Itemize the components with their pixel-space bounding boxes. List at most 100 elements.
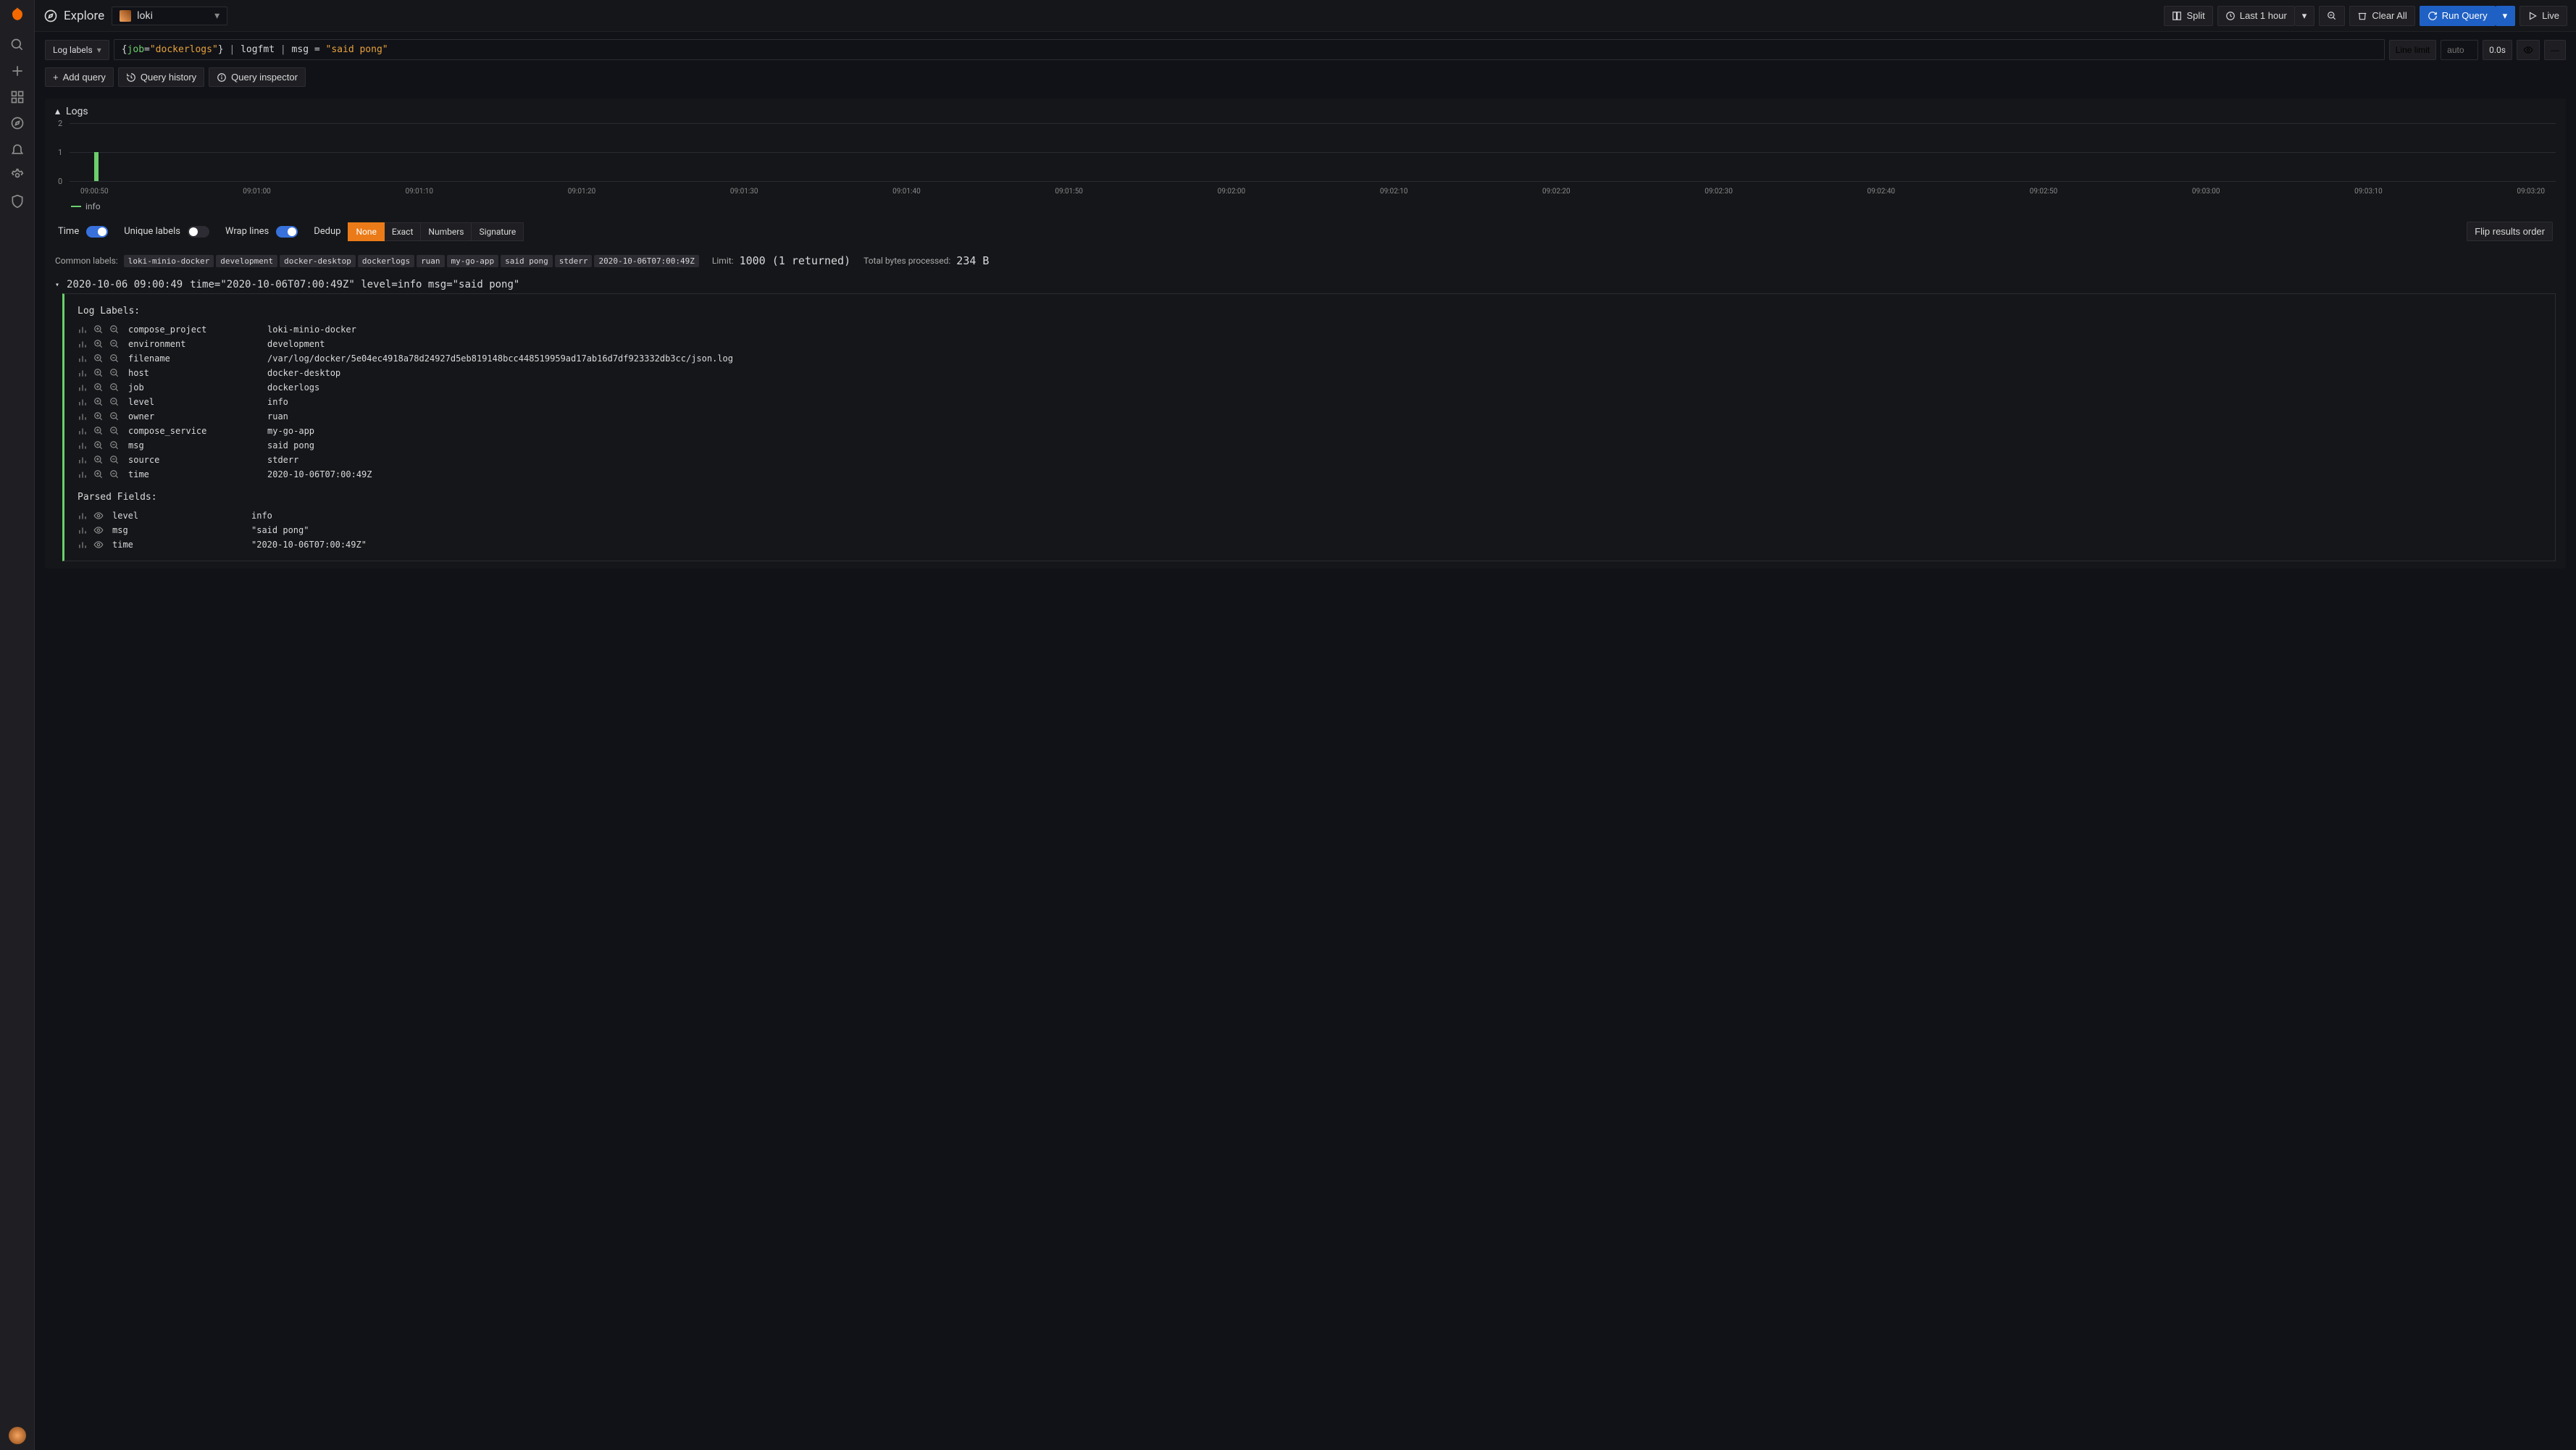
hide-query-button[interactable] <box>2517 40 2540 60</box>
search-minus-icon[interactable] <box>109 426 120 436</box>
field-row: filename/var/log/docker/5e04ec4918a78d24… <box>78 351 2542 366</box>
search-minus-icon[interactable] <box>109 324 120 335</box>
run-query-button[interactable]: Run Query <box>2420 6 2496 26</box>
search-plus-icon[interactable] <box>93 426 104 436</box>
eye-icon[interactable] <box>93 511 104 521</box>
datasource-select[interactable]: loki ▾ <box>112 7 227 25</box>
stats-icon[interactable] <box>78 339 88 349</box>
stats-icon[interactable] <box>78 324 88 335</box>
search-plus-icon[interactable] <box>93 397 104 407</box>
page-title: Explore <box>43 9 104 23</box>
stats-icon[interactable] <box>78 426 88 436</box>
search-minus-icon[interactable] <box>109 397 120 407</box>
search-minus-icon[interactable] <box>109 411 120 422</box>
stats-icon[interactable] <box>78 353 88 364</box>
stats-icon[interactable] <box>78 525 88 535</box>
remove-query-button[interactable]: — <box>2544 40 2566 60</box>
common-label-tag: 2020-10-06T07:00:49Z <box>594 255 698 267</box>
search-plus-icon[interactable] <box>93 324 104 335</box>
query-mode-select[interactable]: Log labels▾ <box>45 40 109 60</box>
stats-icon[interactable] <box>78 382 88 393</box>
eye-icon <box>2523 45 2533 55</box>
logs-volume-chart[interactable]: 01209:00:5009:01:0009:01:1009:01:2009:01… <box>70 123 2556 196</box>
split-button[interactable]: Split <box>2164 6 2212 26</box>
log-row[interactable]: ▾ 2020-10-06 09:00:49 time="2020-10-06T0… <box>55 276 2556 293</box>
search-plus-icon[interactable] <box>93 339 104 349</box>
clear-all-button[interactable]: Clear All <box>2349 6 2414 26</box>
timerange-button[interactable]: Last 1 hour <box>2217 6 2295 26</box>
common-label-tag: loki-minio-docker <box>124 255 214 267</box>
zoom-out-button[interactable] <box>2319 6 2345 26</box>
wrap-lines-toggle[interactable] <box>276 226 298 238</box>
search-icon[interactable] <box>10 38 25 52</box>
stats-icon[interactable] <box>78 469 88 479</box>
stats-icon[interactable] <box>78 397 88 407</box>
shield-icon[interactable] <box>10 194 25 209</box>
line-limit-input[interactable] <box>2441 40 2478 60</box>
search-plus-icon[interactable] <box>93 411 104 422</box>
add-query-button[interactable]: +Add query <box>45 67 114 87</box>
dashboard-icon[interactable] <box>10 90 25 104</box>
field-row: jobdockerlogs <box>78 380 2542 395</box>
plus-icon[interactable] <box>10 64 25 78</box>
compass-icon[interactable] <box>10 116 25 130</box>
line-limit-button[interactable]: Line limit <box>2389 40 2436 60</box>
bell-icon[interactable] <box>10 142 25 156</box>
unique-labels-toggle[interactable] <box>188 226 209 238</box>
dedup-none[interactable]: None <box>348 222 384 241</box>
stats-icon[interactable] <box>78 368 88 378</box>
search-plus-icon[interactable] <box>93 469 104 479</box>
common-label-tag: dockerlogs <box>358 255 414 267</box>
history-icon <box>126 72 136 83</box>
search-minus-icon[interactable] <box>109 382 120 393</box>
gear-icon[interactable] <box>10 168 25 183</box>
query-duration: 0.0s <box>2483 40 2512 60</box>
stats-icon[interactable] <box>78 455 88 465</box>
query-input[interactable]: {job="dockerlogs"} | logfmt | msg = "sai… <box>114 39 2385 60</box>
search-minus-icon[interactable] <box>109 353 120 364</box>
search-plus-icon[interactable] <box>93 353 104 364</box>
eye-icon[interactable] <box>93 525 104 535</box>
stats-icon[interactable] <box>78 540 88 550</box>
grafana-logo-icon[interactable] <box>7 6 28 26</box>
avatar[interactable] <box>9 1427 26 1444</box>
common-label-tag: said pong <box>501 255 553 267</box>
search-minus-icon[interactable] <box>109 339 120 349</box>
dedup-numbers[interactable]: Numbers <box>421 222 472 241</box>
compass-icon <box>43 9 58 23</box>
limit-value: 1000 (1 returned) <box>740 254 851 267</box>
bytes-label: Total bytes processed: <box>863 256 950 266</box>
search-plus-icon[interactable] <box>93 455 104 465</box>
stats-icon[interactable] <box>78 440 88 450</box>
search-plus-icon[interactable] <box>93 382 104 393</box>
parsed-fields-header: Parsed Fields: <box>78 492 2542 503</box>
search-minus-icon[interactable] <box>109 455 120 465</box>
live-button[interactable]: Live <box>2519 6 2567 26</box>
play-icon <box>2527 11 2538 21</box>
search-minus-icon[interactable] <box>109 368 120 378</box>
log-timestamp: 2020-10-06 09:00:49 <box>67 279 183 290</box>
log-message: time="2020-10-06T07:00:49Z" level=info m… <box>190 279 519 290</box>
search-plus-icon[interactable] <box>93 368 104 378</box>
dedup-signature[interactable]: Signature <box>472 222 524 241</box>
dedup-exact[interactable]: Exact <box>385 222 422 241</box>
field-row: environmentdevelopment <box>78 337 2542 351</box>
time-toggle-label: Time <box>58 226 79 237</box>
stats-icon[interactable] <box>78 411 88 422</box>
common-labels-label: Common labels: <box>55 256 118 266</box>
query-inspector-button[interactable]: Query inspector <box>209 67 306 87</box>
timerange-dropdown[interactable]: ▾ <box>2295 6 2315 26</box>
topbar: Explore loki ▾ Split Last 1 hour ▾ <box>35 0 2576 32</box>
wrap-lines-toggle-label: Wrap lines <box>225 226 269 237</box>
time-toggle[interactable] <box>86 226 108 238</box>
logs-panel-toggle[interactable]: ▴Logs <box>55 106 2556 117</box>
search-minus-icon[interactable] <box>109 469 120 479</box>
search-minus-icon[interactable] <box>109 440 120 450</box>
eye-icon[interactable] <box>93 540 104 550</box>
search-plus-icon[interactable] <box>93 440 104 450</box>
run-query-dropdown[interactable]: ▾ <box>2496 6 2516 26</box>
field-row: msgsaid pong <box>78 438 2542 453</box>
stats-icon[interactable] <box>78 511 88 521</box>
flip-results-button[interactable]: Flip results order <box>2467 222 2553 241</box>
query-history-button[interactable]: Query history <box>118 67 204 87</box>
